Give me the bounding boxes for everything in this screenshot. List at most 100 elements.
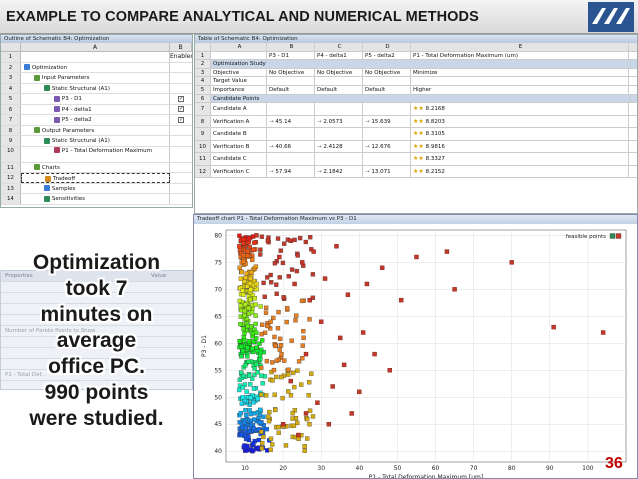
data-point	[282, 241, 287, 246]
data-point	[259, 373, 264, 378]
importance-select[interactable]: Default	[267, 85, 315, 94]
outline-row[interactable]: 12 Tradeoff	[1, 173, 192, 184]
tradeoff-chart-window: Tradeoff chart P1 - Total Deformation Ma…	[193, 214, 638, 479]
data-point	[238, 276, 244, 281]
outline-row[interactable]: 13 Samples	[1, 183, 192, 194]
outline-row[interactable]: 4 Static Structural (A1)	[1, 83, 192, 94]
candidate-label: Candidate A	[211, 103, 267, 115]
candidate-row[interactable]: 10 Verification B → 40.66 → 2.4128 → 12.676 ★…	[195, 140, 637, 154]
data-point	[303, 411, 309, 416]
data-point	[242, 420, 247, 425]
candidate-label: Candidate C	[211, 153, 267, 165]
outline-row-label: P4 - delta1	[61, 106, 92, 113]
objective-select[interactable]: No Objective	[315, 68, 363, 77]
table-row[interactable]: 6 Candidate Points	[195, 94, 637, 104]
objective-select[interactable]: No Objective	[363, 68, 411, 77]
x-tick-label: 70	[470, 465, 478, 472]
data-point	[301, 335, 306, 340]
data-point	[296, 436, 301, 442]
outline-col-b-value	[170, 136, 192, 146]
rating-stars-icon: ★★	[413, 142, 426, 150]
outline-row[interactable]: 8 Output Parameters	[1, 125, 192, 136]
outline-col-b-value	[170, 84, 192, 94]
y-tick-label: 55	[214, 367, 222, 374]
data-point	[239, 432, 244, 437]
data-point	[261, 414, 266, 419]
checkbox[interactable]: ✓	[178, 95, 185, 102]
outline-col-b-value	[170, 184, 192, 194]
data-point	[251, 400, 256, 405]
legend-swatch	[615, 233, 622, 239]
data-point	[290, 370, 296, 376]
data-point	[260, 322, 265, 327]
data-point	[245, 354, 250, 359]
outline-row[interactable]: 2 Optimization	[1, 62, 192, 73]
data-point	[285, 372, 291, 377]
outline-col-a: A	[21, 43, 171, 51]
outline-row[interactable]: 9 Static Structural (A1)	[1, 136, 192, 147]
data-point	[277, 347, 282, 352]
data-point	[243, 363, 248, 368]
outline-row[interactable]: 14 Sensitivities	[1, 194, 192, 205]
candidate-result: ★★ 8.8203	[411, 115, 629, 128]
data-point	[270, 442, 275, 447]
outline-row[interactable]: 6 P4 - delta1 ✓	[1, 104, 192, 115]
outline-row[interactable]: 11 Charts	[1, 162, 192, 173]
candidate-value: → 2.0573	[315, 115, 363, 128]
tradeoff-chart: 10 20 30 40 50 60 70 80 90 100 40 45 50 55 60 65 70 75 80 P…	[201, 229, 627, 478]
importance-select[interactable]: Default	[315, 85, 363, 94]
data-point	[237, 265, 242, 270]
optimization-study-label: Optimization Study	[211, 60, 631, 68]
checkbox[interactable]: ✓	[178, 116, 185, 123]
summary-line: average	[56, 329, 137, 352]
outline-row[interactable]: 1 Enabled	[1, 52, 192, 63]
data-point	[241, 253, 246, 258]
data-point	[254, 330, 259, 336]
data-point	[364, 281, 370, 287]
outline-col-b-value	[170, 126, 192, 136]
importance-select[interactable]: Default	[363, 85, 411, 94]
data-point	[399, 297, 404, 303]
data-point	[295, 368, 300, 373]
data-point	[240, 395, 245, 400]
data-point	[288, 378, 293, 384]
objective-select[interactable]: Minimize	[411, 68, 629, 77]
x-tick-label: 60	[432, 465, 440, 472]
data-point	[255, 370, 260, 375]
checkbox[interactable]: ✓	[178, 106, 185, 112]
table-col-b: B	[267, 43, 315, 51]
candidate-row[interactable]: 9 Candidate B ★★ 8.3105	[195, 128, 637, 141]
objective-select[interactable]: No Objective	[267, 68, 315, 77]
data-point	[277, 254, 282, 260]
outline-row[interactable]: 10 P1 - Total Deformation Maximum	[1, 146, 192, 163]
outline-row[interactable]: 5 P3 - D1 ✓	[1, 94, 192, 105]
data-point	[349, 411, 354, 416]
data-point	[252, 366, 257, 371]
data-point	[263, 393, 269, 398]
data-point	[315, 400, 320, 405]
data-point	[551, 324, 556, 330]
data-point	[286, 367, 291, 372]
outline-row[interactable]: 7 P5 - delta2 ✓	[1, 115, 192, 126]
candidate-value: → 13.071	[363, 165, 411, 178]
data-point	[248, 395, 253, 400]
candidate-row[interactable]: 7 Candidate A ★★ 8.2168	[195, 103, 637, 116]
legend-label: feasible points	[566, 234, 606, 240]
outline-col-b-value	[170, 63, 192, 73]
x-tick-label: 90	[546, 465, 554, 472]
outline-row[interactable]: 3 Input Parameters	[1, 73, 192, 84]
candidate-row[interactable]: 12 Verification C → 57.94 → 2.1842 → 13.071 ★…	[195, 165, 637, 179]
candidate-row[interactable]: 8 Verification A → 45.14 → 2.0573 → 15.639 ★★…	[195, 115, 637, 129]
candidate-value	[267, 153, 315, 165]
table-col-a: A	[211, 43, 267, 51]
table-row[interactable]: 2 Optimization Study	[195, 60, 637, 69]
candidate-row[interactable]: 11 Candidate C ★★ 8.3327	[195, 153, 637, 166]
importance-select[interactable]: Higher	[411, 85, 629, 94]
data-point	[276, 309, 281, 315]
table-row: 4 Target Value	[195, 77, 637, 86]
data-point	[305, 436, 310, 441]
data-point	[306, 393, 311, 398]
y-tick-label: 65	[214, 313, 222, 320]
data-point	[310, 272, 316, 277]
data-point	[247, 281, 253, 286]
